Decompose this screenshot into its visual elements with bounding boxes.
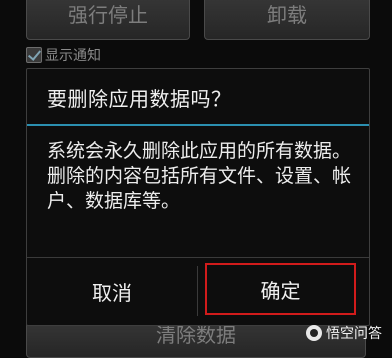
cancel-button[interactable]: 取消	[27, 258, 197, 324]
show-notifications-row[interactable]: 显示通知	[26, 46, 101, 64]
dialog-title: 要删除应用数据吗？	[47, 87, 232, 111]
force-stop-button[interactable]: 强行停止	[26, 0, 190, 40]
force-stop-label: 强行停止	[68, 2, 148, 27]
confirm-button[interactable]: 确定	[205, 263, 356, 315]
wukong-logo-icon	[306, 325, 322, 341]
delete-app-data-dialog: 要删除应用数据吗？ 系统会永久删除此应用的所有数据。删除的内容包括所有文件、设置…	[26, 68, 370, 326]
show-notifications-checkbox[interactable]	[26, 47, 42, 63]
uninstall-label: 卸载	[267, 2, 307, 27]
button-separator	[197, 266, 198, 316]
show-notifications-label: 显示通知	[45, 48, 101, 64]
watermark: 悟空问答	[306, 323, 382, 343]
dialog-message: 系统会永久删除此应用的所有数据。删除的内容包括所有文件、设置、帐户、数据库等。	[47, 140, 352, 212]
confirm-label: 确定	[260, 278, 301, 303]
cancel-label: 取消	[92, 280, 132, 305]
watermark-text: 悟空问答	[326, 326, 382, 342]
uninstall-button[interactable]: 卸载	[204, 0, 370, 40]
title-divider	[27, 124, 369, 126]
